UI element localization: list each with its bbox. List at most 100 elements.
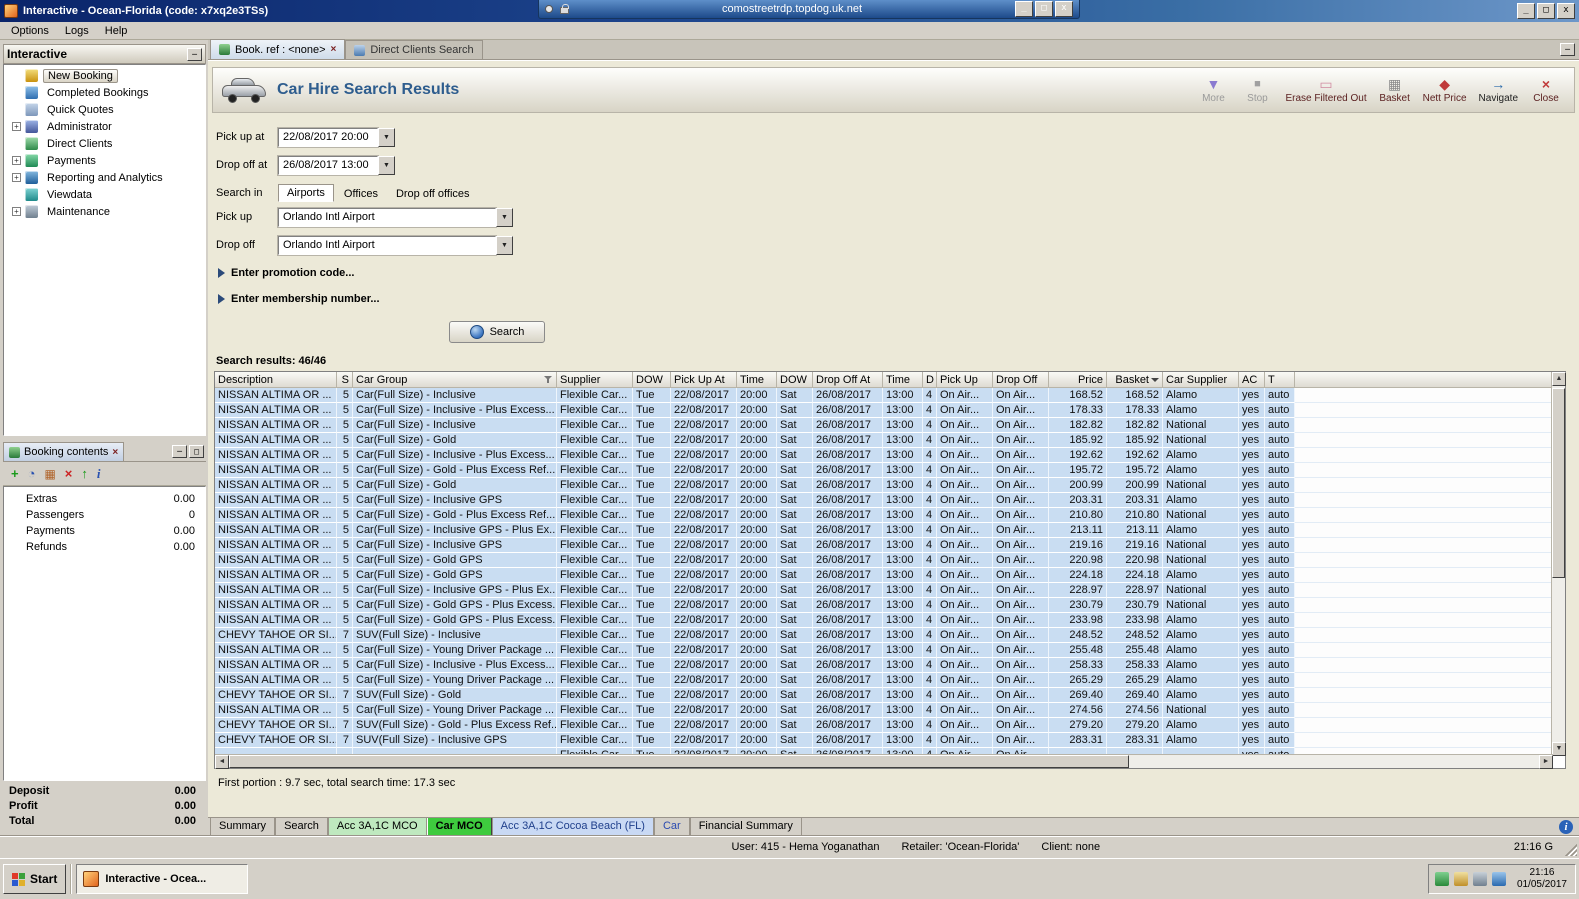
sidebar-item[interactable]: + New Booking	[4, 67, 205, 84]
table-row[interactable]: NISSAN ALTIMA OR ... 5 Car(Full Size) - Go…	[215, 568, 1553, 583]
panel-pin-button[interactable]: ─	[172, 445, 187, 458]
column-header-drop-off-at[interactable]: Drop Off At	[813, 372, 883, 387]
pickup-at-field[interactable]: 22/08/2017 20:00 ▼	[277, 126, 395, 148]
table-row[interactable]: NISSAN ALTIMA OR ... 5 Car(Full Size) - In…	[215, 538, 1553, 553]
sort-icon[interactable]	[1151, 377, 1159, 382]
table-row[interactable]: CHEVY TAHOE OR SI... 7 SUV(Full Size) - Go…	[215, 688, 1553, 703]
add-item-button[interactable]: +	[11, 467, 19, 480]
rdp-connection-bar[interactable]: comostreetrdp.topdog.uk.net _ □ x	[538, 0, 1080, 19]
column-header-s[interactable]: S	[337, 372, 353, 387]
menu-item[interactable]: Help	[98, 24, 135, 38]
navigate-button[interactable]: → Navigate	[1475, 75, 1522, 106]
table-row[interactable]: NISSAN ALTIMA OR ... 5 Car(Full Size) - Go…	[215, 433, 1553, 448]
close-icon[interactable]: ×	[112, 447, 118, 458]
window-close-button[interactable]: x	[1557, 3, 1575, 19]
scroll-up-icon[interactable]: ▲	[1552, 372, 1566, 386]
column-header-drop-off[interactable]: Drop Off	[993, 372, 1049, 387]
column-header-d[interactable]: D	[923, 372, 937, 387]
bottom-tab[interactable]: Car MCO	[426, 818, 492, 836]
column-header-time[interactable]: Time	[883, 372, 923, 387]
column-header-ac[interactable]: AC	[1239, 372, 1265, 387]
expand-icon[interactable]: +	[12, 122, 21, 131]
info-button[interactable]: i	[97, 467, 107, 480]
history-button[interactable]: ◔	[28, 467, 36, 480]
sidebar-item[interactable]: + Viewdata	[4, 186, 205, 203]
column-header-description[interactable]: Description	[215, 372, 337, 387]
sidebar-collapse-button[interactable]: ─	[187, 47, 202, 61]
window-maximize-button[interactable]: □	[1537, 3, 1555, 19]
expand-icon[interactable]: +	[12, 156, 21, 165]
table-row[interactable]: NISSAN ALTIMA OR ... 5 Car(Full Size) - Go…	[215, 613, 1553, 628]
erase-filtered-out-button[interactable]: ▭ Erase Filtered Out	[1281, 75, 1370, 106]
table-row[interactable]: NISSAN ALTIMA OR ... 5 Car(Full Size) - In…	[215, 388, 1553, 403]
bottom-tab[interactable]: Acc 3A,1C MCO	[327, 818, 427, 836]
table-row[interactable]: NISSAN ALTIMA OR ... 5 Car(Full Size) - In…	[215, 493, 1553, 508]
sidebar-item[interactable]: + Maintenance	[4, 203, 205, 220]
delete-item-button[interactable]: ×	[65, 467, 73, 480]
search-in-tab[interactable]: Airports	[278, 184, 334, 202]
dropoff-location-value[interactable]: Orlando Intl Airport	[277, 234, 497, 256]
booking-contents-tab[interactable]: Booking contents ×	[3, 442, 125, 461]
start-button[interactable]: Start	[3, 864, 67, 894]
table-row[interactable]: NISSAN ALTIMA OR ... 5 Car(Full Size) - Go…	[215, 508, 1553, 523]
tray-icon[interactable]	[1434, 872, 1449, 886]
table-row[interactable]: NISSAN ALTIMA OR ... 5 Car(Full Size) - In…	[215, 403, 1553, 418]
column-header-dow[interactable]: DOW	[633, 372, 671, 387]
bottom-tab[interactable]: Summary	[210, 818, 276, 836]
expand-icon[interactable]: +	[12, 173, 21, 182]
booking-contents-row[interactable]: Payments 0.00	[4, 523, 205, 539]
taskbar-clock[interactable]: 21:16 01/05/2017	[1517, 867, 1567, 891]
sidebar-item[interactable]: + Payments	[4, 152, 205, 169]
bottom-tab[interactable]: Acc 3A,1C Cocoa Beach (FL)	[491, 818, 654, 836]
menu-item[interactable]: Options	[4, 24, 56, 38]
table-row[interactable]: NISSAN ALTIMA OR ... 5 Car(Full Size) - In…	[215, 658, 1553, 673]
tray-icon[interactable]	[1472, 872, 1487, 886]
pickup-location-value[interactable]: Orlando Intl Airport	[277, 206, 497, 228]
rdp-close-button[interactable]: x	[1055, 1, 1073, 17]
column-header-car-group[interactable]: Car Group	[353, 372, 557, 387]
menu-item[interactable]: Logs	[58, 24, 96, 38]
dropoff-at-value[interactable]: 26/08/2017 13:00	[277, 154, 379, 176]
tray-icon[interactable]	[1453, 872, 1468, 886]
table-row[interactable]: NISSAN ALTIMA OR ... 5 Car(Full Size) - In…	[215, 448, 1553, 463]
pin-icon[interactable]	[545, 5, 553, 13]
column-header-pick-up[interactable]: Pick Up	[937, 372, 993, 387]
chevron-down-icon[interactable]: ▼	[378, 127, 395, 147]
taskbar-task-button[interactable]: Interactive - Ocea...	[76, 864, 249, 894]
resize-grip[interactable]	[1565, 844, 1577, 856]
bottom-tab[interactable]: Financial Summary	[689, 818, 802, 836]
tray-icon[interactable]	[1491, 872, 1506, 886]
table-row[interactable]: NISSAN ALTIMA OR ... 5 Car(Full Size) - In…	[215, 418, 1553, 433]
vertical-scrollbar[interactable]: ▲ ▼	[1551, 372, 1566, 756]
booking-contents-row[interactable]: Passengers 0	[4, 507, 205, 523]
rdp-minimize-button[interactable]: _	[1015, 1, 1033, 17]
dropoff-location-select[interactable]: Orlando Intl Airport ▼	[277, 234, 513, 256]
rdp-restore-button[interactable]: □	[1035, 1, 1053, 17]
chevron-down-icon[interactable]: ▼	[496, 207, 513, 227]
scroll-down-icon[interactable]: ▼	[1552, 742, 1566, 756]
nett-price-button[interactable]: ◆ Nett Price	[1419, 75, 1471, 106]
horizontal-scroll-thumb[interactable]	[229, 755, 1129, 768]
panel-restore-button[interactable]: □	[189, 445, 204, 458]
pickup-at-value[interactable]: 22/08/2017 20:00	[277, 126, 379, 148]
column-header-time[interactable]: Time	[737, 372, 777, 387]
bottom-tab[interactable]: Search	[275, 818, 328, 836]
sidebar-item[interactable]: + Direct Clients	[4, 135, 205, 152]
basket-button[interactable]: ▦ Basket	[1375, 75, 1415, 106]
pickup-location-select[interactable]: Orlando Intl Airport ▼	[277, 206, 513, 228]
vertical-scroll-thumb[interactable]	[1552, 388, 1565, 578]
column-header-supplier[interactable]: Supplier	[557, 372, 633, 387]
membership-number-toggle[interactable]: Enter membership number...	[218, 291, 1579, 307]
column-header-pick-up-at[interactable]: Pick Up At	[671, 372, 737, 387]
table-row[interactable]: NISSAN ALTIMA OR ... 5 Car(Full Size) - Yo…	[215, 703, 1553, 718]
booking-contents-row[interactable]: Refunds 0.00	[4, 539, 205, 555]
promotion-code-toggle[interactable]: Enter promotion code...	[218, 265, 1579, 281]
column-header-basket[interactable]: Basket	[1107, 372, 1163, 387]
table-row[interactable]: NISSAN ALTIMA OR ... 5 Car(Full Size) - Go…	[215, 478, 1553, 493]
promote-button[interactable]: ↑	[81, 467, 88, 480]
table-row[interactable]: NISSAN ALTIMA OR ... 5 Car(Full Size) - In…	[215, 523, 1553, 538]
scroll-right-icon[interactable]: ►	[1539, 755, 1553, 769]
sidebar-item[interactable]: + Quick Quotes	[4, 101, 205, 118]
table-row[interactable]: CHEVY TAHOE OR SI... 7 SUV(Full Size) - Go…	[215, 718, 1553, 733]
tab-book-ref[interactable]: Book. ref : <none> ×	[210, 39, 346, 59]
